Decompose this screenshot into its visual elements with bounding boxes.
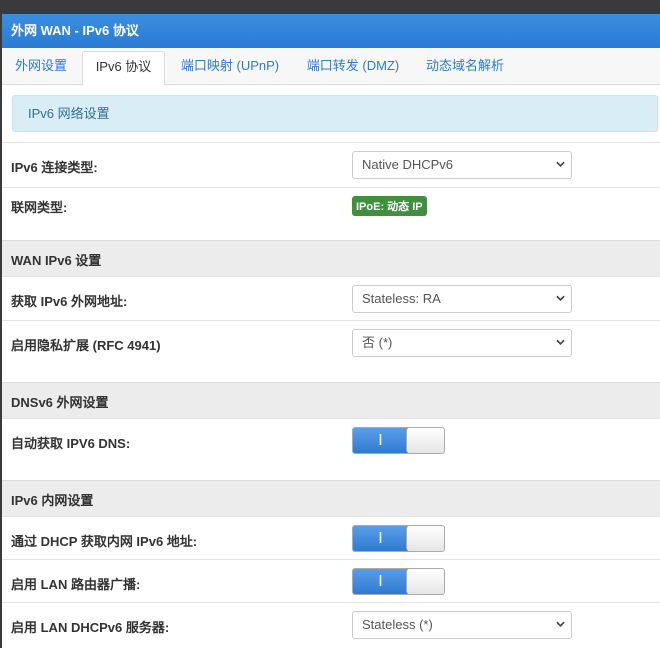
row-router-adv: 启用 LAN 路由器广播: I [2, 559, 660, 602]
privacy-ext-value: 否 (*) [362, 335, 393, 350]
toggle-knob[interactable] [406, 569, 444, 594]
auto-dns-label: 自动获取 IPV6 DNS: [11, 436, 131, 451]
toggle-on-indicator: I [353, 428, 408, 453]
dhcpv6-server-value: Stateless (*) [362, 617, 433, 632]
auto-dns-toggle[interactable]: I [352, 427, 445, 454]
tab-dmz[interactable]: 端口转发 (DMZ) [295, 51, 411, 85]
tab-bar: 外网设置 IPv6 协议 端口映射 (UPnP) 端口转发 (DMZ) 动态域名… [2, 48, 660, 86]
toggle-knob[interactable] [406, 428, 444, 453]
section-ipv6-lan: IPv6 内网设置 [2, 480, 660, 516]
get-address-label: 获取 IPv6 外网地址: [11, 294, 128, 309]
row-connection-type: IPv6 连接类型: Native DHCPv6 [2, 142, 660, 187]
section-wan-ipv6: WAN IPv6 设置 [2, 240, 660, 276]
chevron-down-icon [556, 621, 565, 627]
router-adv-toggle[interactable]: I [352, 568, 445, 595]
row-dhcp-lan: 通过 DHCP 获取内网 IPv6 地址: I [2, 516, 660, 559]
row-privacy-ext: 启用隐私扩展 (RFC 4941) 否 (*) [2, 320, 660, 382]
section-lan-title: IPv6 内网设置 [11, 493, 94, 508]
router-adv-label: 启用 LAN 路由器广播: [11, 577, 141, 592]
network-type-label: 联网类型: [11, 200, 68, 215]
connection-type-label: IPv6 连接类型: [11, 160, 98, 175]
chevron-down-icon [556, 295, 565, 301]
tab-ddns[interactable]: 动态域名解析 [413, 51, 517, 85]
row-network-type: 联网类型: IPoE: 动态 IP [2, 187, 660, 240]
row-dhcpv6-server: 启用 LAN DHCPv6 服务器: Stateless (*) [2, 602, 660, 648]
row-get-address: 获取 IPv6 外网地址: Stateless: RA [2, 276, 660, 320]
get-address-value: Stateless: RA [362, 291, 441, 306]
section-wan-title: WAN IPv6 设置 [11, 253, 102, 268]
toggle-on-indicator: I [353, 569, 408, 594]
status-badge: IPoE: 动态 IP [352, 196, 427, 216]
tab-upnp[interactable]: 端口映射 (UPnP) [167, 51, 293, 85]
window-title: 外网 WAN - IPv6 协议 [2, 14, 660, 48]
connection-type-value: Native DHCPv6 [362, 157, 454, 172]
settings-panel: 外网 WAN - IPv6 协议 外网设置 IPv6 协议 端口映射 (UPnP… [2, 14, 660, 648]
dhcp-lan-toggle[interactable]: I [352, 525, 445, 552]
info-box: IPv6 网络设置 [12, 95, 658, 132]
dhcp-lan-label: 通过 DHCP 获取内网 IPv6 地址: [11, 534, 198, 549]
get-address-select[interactable]: Stateless: RA [352, 285, 572, 313]
row-auto-dns: 自动获取 IPV6 DNS: I [2, 418, 660, 480]
privacy-ext-label: 启用隐私扩展 (RFC 4941) [11, 338, 161, 353]
section-dnsv6: DNSv6 外网设置 [2, 382, 660, 418]
chevron-down-icon [556, 161, 565, 167]
privacy-ext-select[interactable]: 否 (*) [352, 329, 572, 357]
dhcpv6-server-label: 启用 LAN DHCPv6 服务器: [11, 620, 170, 635]
section-dns-title: DNSv6 外网设置 [11, 395, 109, 410]
tab-wan-settings[interactable]: 外网设置 [2, 51, 80, 85]
chevron-down-icon [556, 339, 565, 345]
dhcpv6-server-select[interactable]: Stateless (*) [352, 611, 572, 639]
tab-ipv6[interactable]: IPv6 协议 [82, 51, 165, 86]
connection-type-select[interactable]: Native DHCPv6 [352, 151, 572, 179]
toggle-knob[interactable] [406, 526, 444, 551]
toggle-on-indicator: I [353, 526, 408, 551]
